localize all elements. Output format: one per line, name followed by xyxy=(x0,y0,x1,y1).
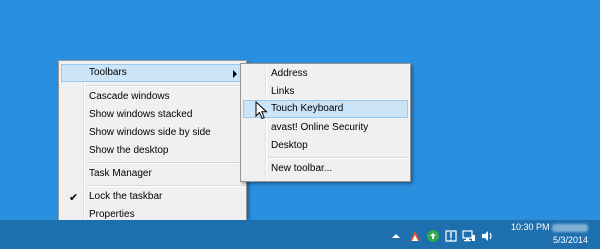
submenu-item-links[interactable]: Links xyxy=(243,83,408,101)
taskbar-context-menu: Toolbars Cascade windows Show windows st… xyxy=(58,60,247,227)
menu-item-label: New toolbar... xyxy=(271,163,333,174)
submenu-item-avast-online-security[interactable]: avast! Online Security xyxy=(243,119,408,137)
menu-item-label: Show the desktop xyxy=(89,145,169,156)
menu-item-show-windows-stacked[interactable]: Show windows stacked xyxy=(61,106,244,124)
avast-icon[interactable] xyxy=(408,229,422,243)
submenu-item-address[interactable]: Address xyxy=(243,65,408,83)
menu-item-label: Touch Keyboard xyxy=(271,103,344,114)
clock-time-row: 10:30 PM xyxy=(508,221,588,234)
action-center-icon[interactable] xyxy=(444,229,458,243)
menu-item-label: avast! Online Security xyxy=(271,122,369,133)
network-update-icon[interactable] xyxy=(426,229,440,243)
menu-item-toolbars[interactable]: Toolbars xyxy=(61,64,244,82)
taskbar-clock[interactable]: 10:30 PM 5/3/2014 xyxy=(508,221,588,247)
menu-item-label: Lock the taskbar xyxy=(89,191,163,202)
menu-item-show-windows-side-by-side[interactable]: Show windows side by side xyxy=(61,124,244,142)
menu-item-label: Address xyxy=(271,68,308,79)
menu-item-lock-the-taskbar[interactable]: ✔ Lock the taskbar xyxy=(61,188,244,206)
menu-item-label: Task Manager xyxy=(89,168,152,179)
menu-item-label: Toolbars xyxy=(89,67,127,78)
menu-item-cascade-windows[interactable]: Cascade windows xyxy=(61,88,244,106)
submenu-item-new-toolbar[interactable]: New toolbar... xyxy=(243,160,408,178)
menu-item-task-manager[interactable]: Task Manager xyxy=(61,165,244,183)
clock-time: 10:30 PM xyxy=(510,222,550,232)
menu-item-label: Show windows side by side xyxy=(89,127,211,138)
menu-separator xyxy=(268,157,408,159)
menu-item-label: Show windows stacked xyxy=(89,109,193,120)
toolbars-submenu: Address Links Touch Keyboard avast! Onli… xyxy=(240,63,411,182)
menu-item-label: Links xyxy=(271,86,295,97)
menu-item-show-the-desktop[interactable]: Show the desktop xyxy=(61,142,244,160)
submenu-item-desktop[interactable]: Desktop xyxy=(243,137,408,155)
mouse-pointer-icon xyxy=(255,101,268,120)
network-icon[interactable] xyxy=(462,229,476,243)
menu-item-label: Cascade windows xyxy=(89,91,170,102)
submenu-arrow-icon xyxy=(233,70,237,78)
volume-icon[interactable] xyxy=(480,229,494,243)
show-hidden-icons-icon[interactable] xyxy=(391,231,401,241)
menu-separator xyxy=(86,185,244,187)
menu-item-label: Desktop xyxy=(271,140,308,151)
redacted-region xyxy=(552,223,588,232)
menu-separator xyxy=(86,85,244,87)
clock-date: 5/3/2014 xyxy=(552,235,588,245)
menu-separator xyxy=(86,162,244,164)
checkmark-icon: ✔ xyxy=(69,192,79,204)
